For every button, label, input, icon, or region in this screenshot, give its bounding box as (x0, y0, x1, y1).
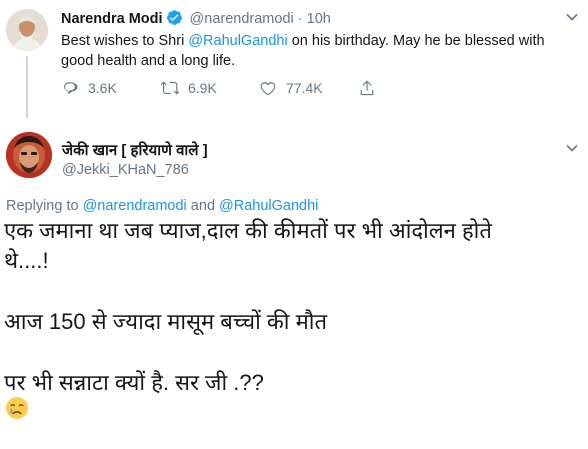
parent-display-name[interactable]: Narendra Modi (61, 11, 163, 27)
replying-to-line: Replying to @narendramodi and @RahulGand… (6, 198, 318, 214)
reply-count: 3.6K (88, 80, 117, 96)
retweet-button[interactable]: 6.9K (161, 78, 217, 98)
retweet-count: 6.9K (188, 80, 217, 96)
rahulgandhi-reply-mention-link[interactable]: @RahulGandhi (219, 198, 318, 214)
parent-tweet-text: Best wishes to Shri @RahulGandhi on his … (61, 31, 571, 71)
narendra-modi-avatar[interactable] (6, 9, 48, 51)
parent-timestamp[interactable]: 10h (307, 11, 331, 27)
parent-more-chevron-icon[interactable] (564, 9, 580, 25)
jekki-khan-avatar[interactable] (6, 132, 52, 178)
reply-button[interactable]: 3.6K (61, 78, 117, 98)
parent-tweet-header: Narendra Modi @narendramodi · 10h (61, 9, 331, 31)
verified-badge-icon (166, 9, 183, 31)
separator-dot: · (297, 11, 303, 27)
thread-line (26, 56, 28, 118)
parent-action-bar: 3.6K 6.9K 77.4K (61, 78, 421, 98)
reply-display-name[interactable]: जेकी खान [ हरियाणे वाले ] (62, 140, 208, 160)
heart-icon (260, 82, 276, 96)
reply-handle[interactable]: @Jekki_KHaN_786 (62, 162, 189, 178)
replying-prefix: Replying to (6, 198, 83, 214)
parent-handle[interactable]: @narendramodi (190, 11, 294, 27)
crying-face-icon (5, 396, 29, 420)
reply-icon (64, 82, 78, 95)
like-count: 77.4K (286, 80, 323, 96)
narendramodi-mention-link[interactable]: @narendramodi (83, 198, 187, 214)
reply-tweet-header: जेकी खान [ हरियाणे वाले ] @Jekki_KHaN_78… (0, 124, 588, 194)
reply-more-chevron-icon[interactable] (564, 140, 580, 161)
replying-and: and (186, 198, 220, 214)
share-icon (360, 80, 374, 96)
reply-text-line: एक जमाना था जब प्याज,दाल की कीमतों पर भी… (4, 218, 492, 243)
like-button[interactable]: 77.4K (259, 78, 323, 98)
share-button[interactable] (358, 78, 385, 98)
reply-text-line: पर भी सन्नाटा क्यों है. सर जी .?? (4, 370, 264, 395)
reply-text-line: थे....! (4, 248, 49, 273)
parent-text-part: Best wishes to Shri (61, 33, 189, 49)
rahulgandhi-mention-link[interactable]: @RahulGandhi (188, 33, 287, 49)
retweet-icon (161, 81, 179, 95)
parent-tweet[interactable]: Narendra Modi @narendramodi · 10h Best w… (0, 0, 588, 118)
reply-text-line: आज 150 से ज्यादा मासूम बच्चों की मौत (4, 309, 327, 334)
